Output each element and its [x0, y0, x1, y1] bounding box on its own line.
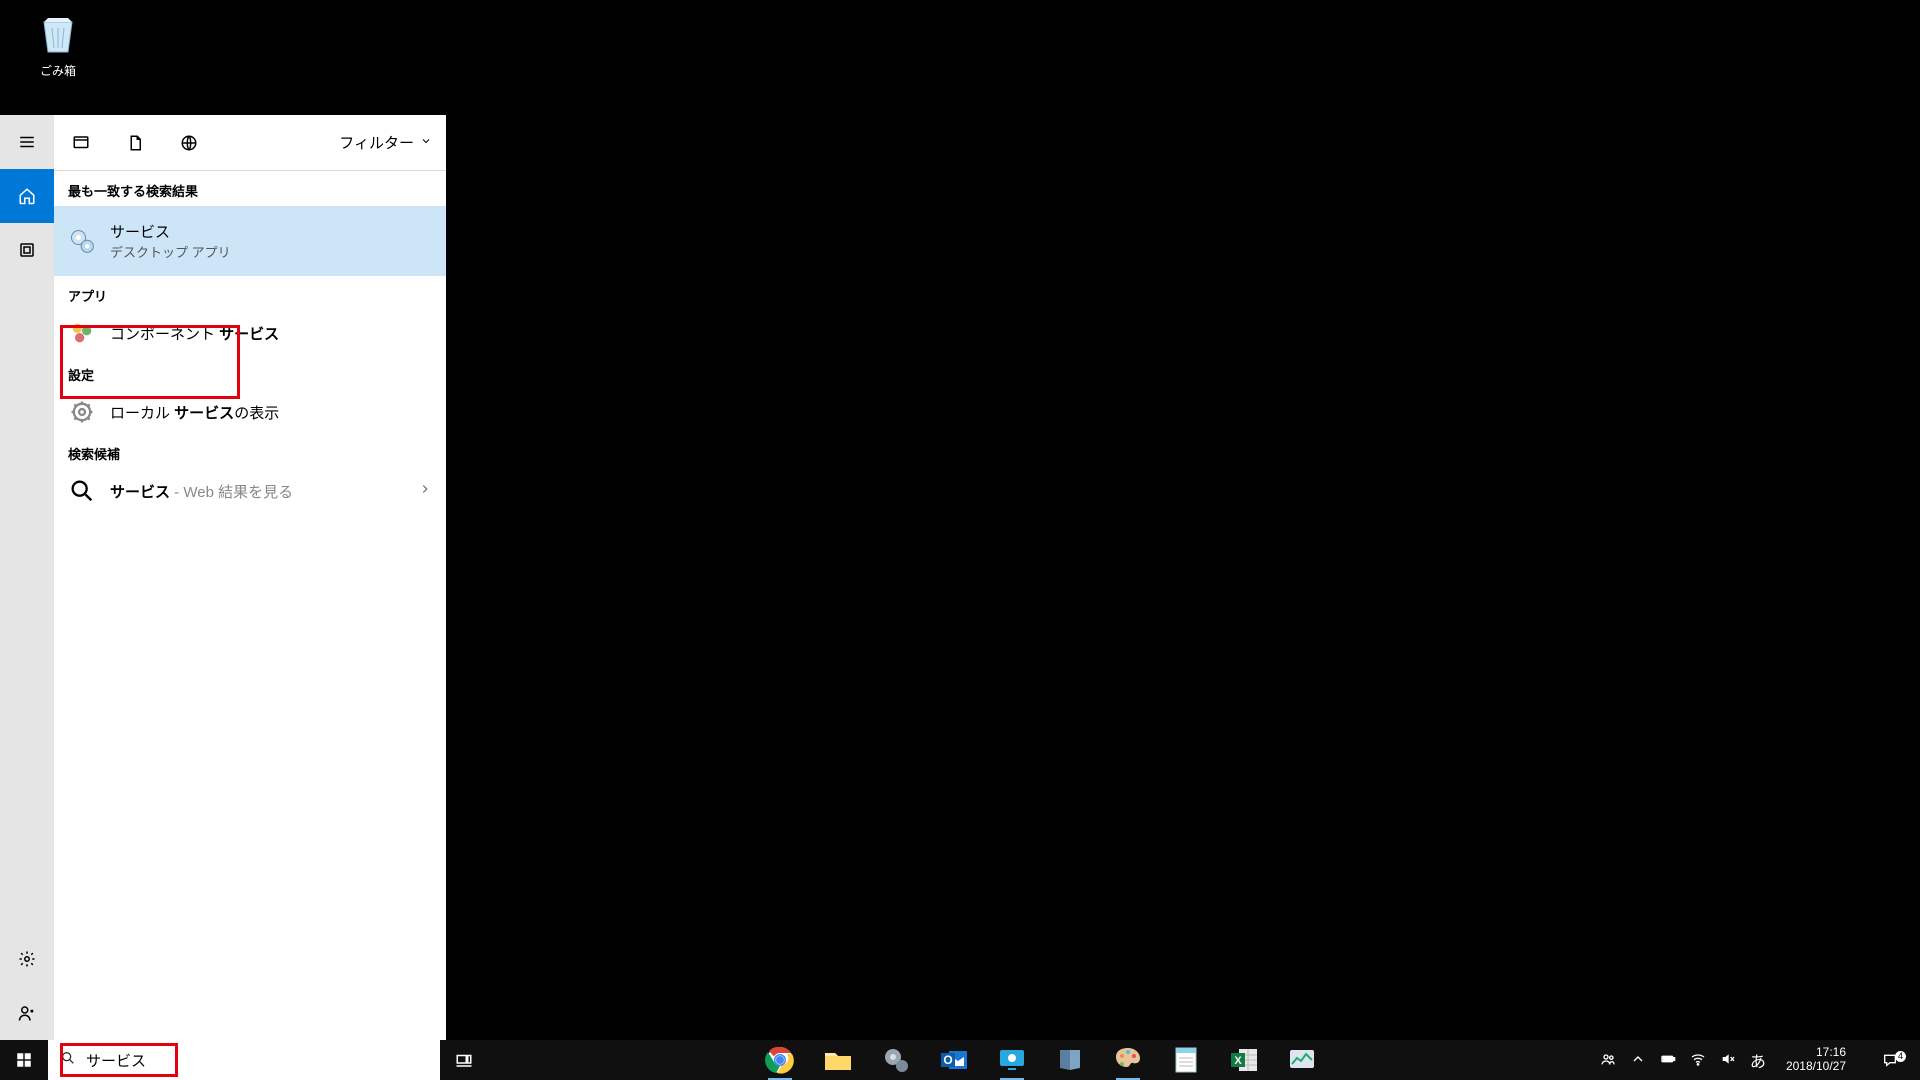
battery-icon[interactable]: [1660, 1051, 1676, 1070]
taskbar: サービス O X: [0, 1040, 1920, 1080]
result-component-services[interactable]: コンポーネント サービス: [54, 311, 446, 355]
chevron-right-icon: [418, 482, 432, 501]
result-web-search[interactable]: サービス - Web 結果を見る: [54, 469, 446, 513]
taskbar-app-services[interactable]: [880, 1044, 912, 1076]
result-best-services[interactable]: サービス デスクトップ アプリ: [54, 206, 446, 276]
filter-dropdown[interactable]: フィルター: [339, 132, 432, 153]
search-icon: [68, 477, 96, 505]
search-panel: フィルター 最も一致する検索結果 サービス デスクトップ アプリ アプリ: [0, 115, 446, 1040]
section-apps: アプリ: [54, 276, 446, 311]
start-button[interactable]: [0, 1040, 48, 1080]
people-icon[interactable]: [1600, 1051, 1616, 1070]
taskbar-app-chrome[interactable]: [764, 1044, 796, 1076]
wifi-icon[interactable]: [1690, 1051, 1706, 1070]
tab-documents[interactable]: [108, 115, 162, 171]
taskbar-app-paint[interactable]: [1112, 1044, 1144, 1076]
taskbar-apps: O X: [488, 1040, 1594, 1080]
results-tabs: フィルター: [54, 115, 446, 171]
taskbar-clock[interactable]: 17:16 2018/10/27: [1780, 1046, 1852, 1074]
menu-button[interactable]: [0, 115, 54, 169]
recycle-bin-icon: [34, 10, 82, 58]
section-suggestions: 検索候補: [54, 434, 446, 469]
search-rail: [0, 115, 54, 1040]
taskbar-app-explorer[interactable]: [822, 1044, 854, 1076]
tray-overflow-icon[interactable]: [1630, 1051, 1646, 1070]
result-subtitle: デスクトップ アプリ: [110, 242, 231, 261]
result-local-services[interactable]: ローカル サービスの表示: [54, 390, 446, 434]
ime-indicator[interactable]: あ: [1750, 1048, 1766, 1072]
volume-mute-icon[interactable]: [1720, 1051, 1736, 1070]
tab-apps[interactable]: [54, 115, 108, 171]
svg-text:O: O: [943, 1053, 952, 1067]
gear-outline-icon: [68, 398, 96, 426]
feedback-button[interactable]: [0, 986, 54, 1040]
taskbar-app-notepad[interactable]: [1170, 1044, 1202, 1076]
search-results: フィルター 最も一致する検索結果 サービス デスクトップ アプリ アプリ: [54, 115, 446, 1040]
taskbar-app-monitor[interactable]: [1286, 1044, 1318, 1076]
task-view-button[interactable]: [440, 1040, 488, 1080]
result-title: サービス: [110, 221, 231, 242]
search-icon: [60, 1050, 76, 1071]
clock-date: 2018/10/27: [1786, 1060, 1846, 1074]
result-title: コンポーネント サービス: [110, 323, 279, 344]
taskbar-app-reader[interactable]: [1054, 1044, 1086, 1076]
svg-text:X: X: [1234, 1055, 1242, 1067]
filter-label: フィルター: [339, 132, 414, 153]
result-title: ローカル サービスの表示: [110, 402, 279, 423]
search-query: サービス: [86, 1050, 146, 1071]
taskbar-app-mstsc[interactable]: [996, 1044, 1028, 1076]
taskbar-search[interactable]: サービス: [48, 1040, 440, 1080]
gear-icon: [68, 227, 96, 255]
tab-web[interactable]: [162, 115, 216, 171]
result-title: サービス - Web 結果を見る: [110, 481, 293, 502]
taskbar-app-excel[interactable]: X: [1228, 1044, 1260, 1076]
section-best-match: 最も一致する検索結果: [54, 171, 446, 206]
recent-button[interactable]: [0, 223, 54, 277]
chevron-down-icon: [420, 134, 432, 151]
action-center-button[interactable]: 4: [1866, 1052, 1914, 1068]
taskbar-app-outlook[interactable]: O: [938, 1044, 970, 1076]
component-icon: [68, 319, 96, 347]
recycle-bin[interactable]: ごみ箱: [20, 10, 96, 79]
system-tray: あ 17:16 2018/10/27 4: [1594, 1040, 1920, 1080]
home-button[interactable]: [0, 169, 54, 223]
section-settings: 設定: [54, 355, 446, 390]
recycle-bin-label: ごみ箱: [20, 62, 96, 79]
notification-count: 4: [1895, 1051, 1906, 1062]
clock-time: 17:16: [1786, 1046, 1846, 1060]
settings-button[interactable]: [0, 932, 54, 986]
